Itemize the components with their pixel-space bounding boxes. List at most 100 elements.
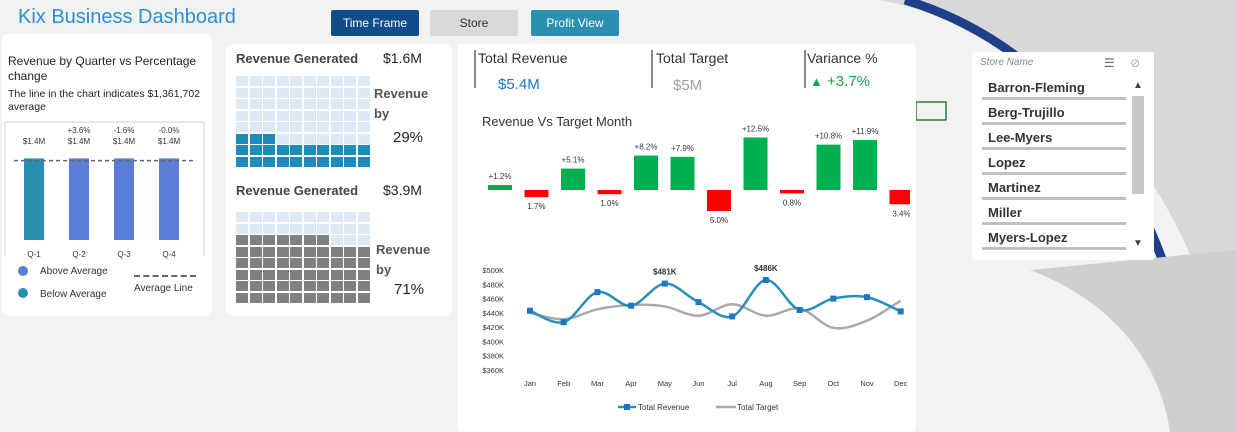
waffle-cell [290, 99, 302, 109]
total-target-label: Total Target [656, 50, 729, 66]
x-tick-label: Sep [793, 379, 806, 388]
kpi-separator-3 [804, 50, 806, 88]
revenue-point [527, 307, 533, 314]
store-item-miller[interactable]: Miller [982, 205, 1126, 225]
store-item-myers-lopez[interactable]: Myers-Lopez [982, 230, 1126, 250]
average-line-legend-marker [134, 275, 196, 277]
total-revenue-line [529, 278, 902, 324]
y-tick-label: $440K [482, 309, 504, 318]
variance-bar [670, 156, 695, 190]
waffle-cell [276, 156, 289, 167]
waffle-cell [303, 87, 316, 98]
waffle-cell [317, 99, 329, 109]
waffle-cell [249, 156, 262, 167]
waffle-cell [290, 246, 302, 257]
waffle-chart-1 [236, 76, 370, 172]
waffle-cell [249, 246, 262, 257]
waffle-cell [263, 281, 275, 291]
waffle-cell [344, 235, 356, 245]
waffle-cell [344, 212, 356, 222]
quarter-bar-chart: $1.4M Q-1 $1.4M +3.6% Q-2 $1.4M -1.6% Q-3 $1.4M -… [4, 121, 205, 259]
variance-bar [816, 144, 841, 190]
multi-select-icon[interactable]: ☰ [1104, 56, 1115, 70]
waffle-cell [249, 269, 262, 280]
waffle-cell [317, 122, 329, 132]
variance-bar [634, 155, 658, 190]
waffle-cell [290, 87, 302, 98]
quarter-category-label: Q-4 [162, 250, 176, 259]
waffle-cell [344, 76, 356, 86]
x-tick-label: Dec [894, 379, 908, 388]
revenue-by-label-2: Revenue by [376, 242, 431, 277]
quarter-bar [114, 158, 134, 240]
waffle-cell [317, 281, 329, 291]
store-item-martinez[interactable]: Martinez [982, 180, 1126, 200]
legend-revenue-marker [624, 404, 630, 410]
kpi-separator-2 [651, 50, 653, 88]
waffle-cell [303, 246, 316, 257]
monthly-variance-chart: +1.2% 1.7% +5.1% 1.0% +8.2% +7.9% 5.0% +12.5% 0.… [488, 125, 910, 225]
revenue-generated-value-2: $3.9M [383, 182, 422, 198]
waffle-chart-2 [236, 212, 370, 308]
y-tick-label: $500K [482, 266, 504, 275]
store-button[interactable]: Store [430, 10, 518, 36]
above-average-legend: Above Average [40, 266, 108, 277]
slicer-scrollbar[interactable]: ▲ ▼ [1131, 80, 1145, 252]
store-slicer-header: Store Name [980, 57, 1034, 68]
scrollbar-thumb[interactable] [1132, 96, 1144, 194]
below-average-legend: Below Average [40, 289, 107, 300]
waffle-cell [249, 110, 262, 121]
waffle-cell [263, 122, 275, 132]
revenue-by-label-1: Revenue by [374, 86, 429, 121]
quarter-pct-label: -0.0% [159, 126, 180, 135]
waffle-cell [236, 145, 248, 155]
variance-bar [707, 190, 731, 211]
waffle-cell [303, 122, 316, 132]
waffle-cell [263, 292, 275, 303]
waffle-cell [249, 292, 262, 303]
waffle-cell [330, 122, 343, 132]
scroll-up-icon[interactable]: ▲ [1133, 80, 1143, 91]
variance-bar-label: 0.8% [783, 198, 801, 207]
variance-bar-label: +1.2% [489, 172, 512, 181]
scroll-down-icon[interactable]: ▼ [1133, 238, 1143, 249]
waffle-cell [290, 292, 302, 303]
waffle-cell [249, 235, 262, 245]
waffle-cell [330, 212, 343, 222]
waffle-cell [317, 212, 329, 222]
legend-total-revenue: Total Revenue [638, 403, 690, 412]
waffle-cell [276, 246, 289, 257]
waffle-cell [263, 99, 275, 109]
waffle-cell [236, 281, 248, 291]
waffle-cell [276, 76, 289, 86]
revenue-point [729, 313, 736, 320]
revenue-point [830, 295, 837, 302]
waffle-cell [344, 292, 356, 303]
waffle-cell [249, 76, 262, 86]
waffle-cell [330, 133, 343, 144]
x-tick-label: Jan [524, 379, 536, 388]
waffle-cell [263, 246, 275, 257]
store-item-lee-myers[interactable]: Lee-Myers [982, 130, 1126, 150]
waffle-cell [236, 269, 248, 280]
waffle-cell [276, 235, 289, 245]
waffle-cell [276, 99, 289, 109]
waffle-cell [344, 99, 356, 109]
variance-bar-label: +11.9% [852, 127, 879, 136]
waffle-cell [249, 87, 262, 98]
waffle-cell [357, 235, 370, 245]
store-item-lopez[interactable]: Lopez [982, 155, 1126, 175]
profit-view-button[interactable]: Profit View [531, 10, 619, 36]
clear-filter-icon[interactable]: ⊘ [1130, 56, 1140, 70]
time-frame-button[interactable]: Time Frame [331, 10, 419, 36]
store-item-berg-trujillo[interactable]: Berg-Trujillo [982, 105, 1126, 125]
store-item-barron-fleming[interactable]: Barron-Fleming [982, 80, 1126, 100]
waffle-cell [357, 281, 370, 291]
variance-bar-label: 1.7% [527, 202, 545, 211]
quarter-bar [159, 158, 179, 240]
waffle-cell [276, 212, 289, 222]
revenue-point [762, 277, 769, 283]
waffle-cell [263, 269, 275, 280]
variance-value: +3.7% [827, 73, 870, 90]
waffle-cell [330, 246, 343, 257]
